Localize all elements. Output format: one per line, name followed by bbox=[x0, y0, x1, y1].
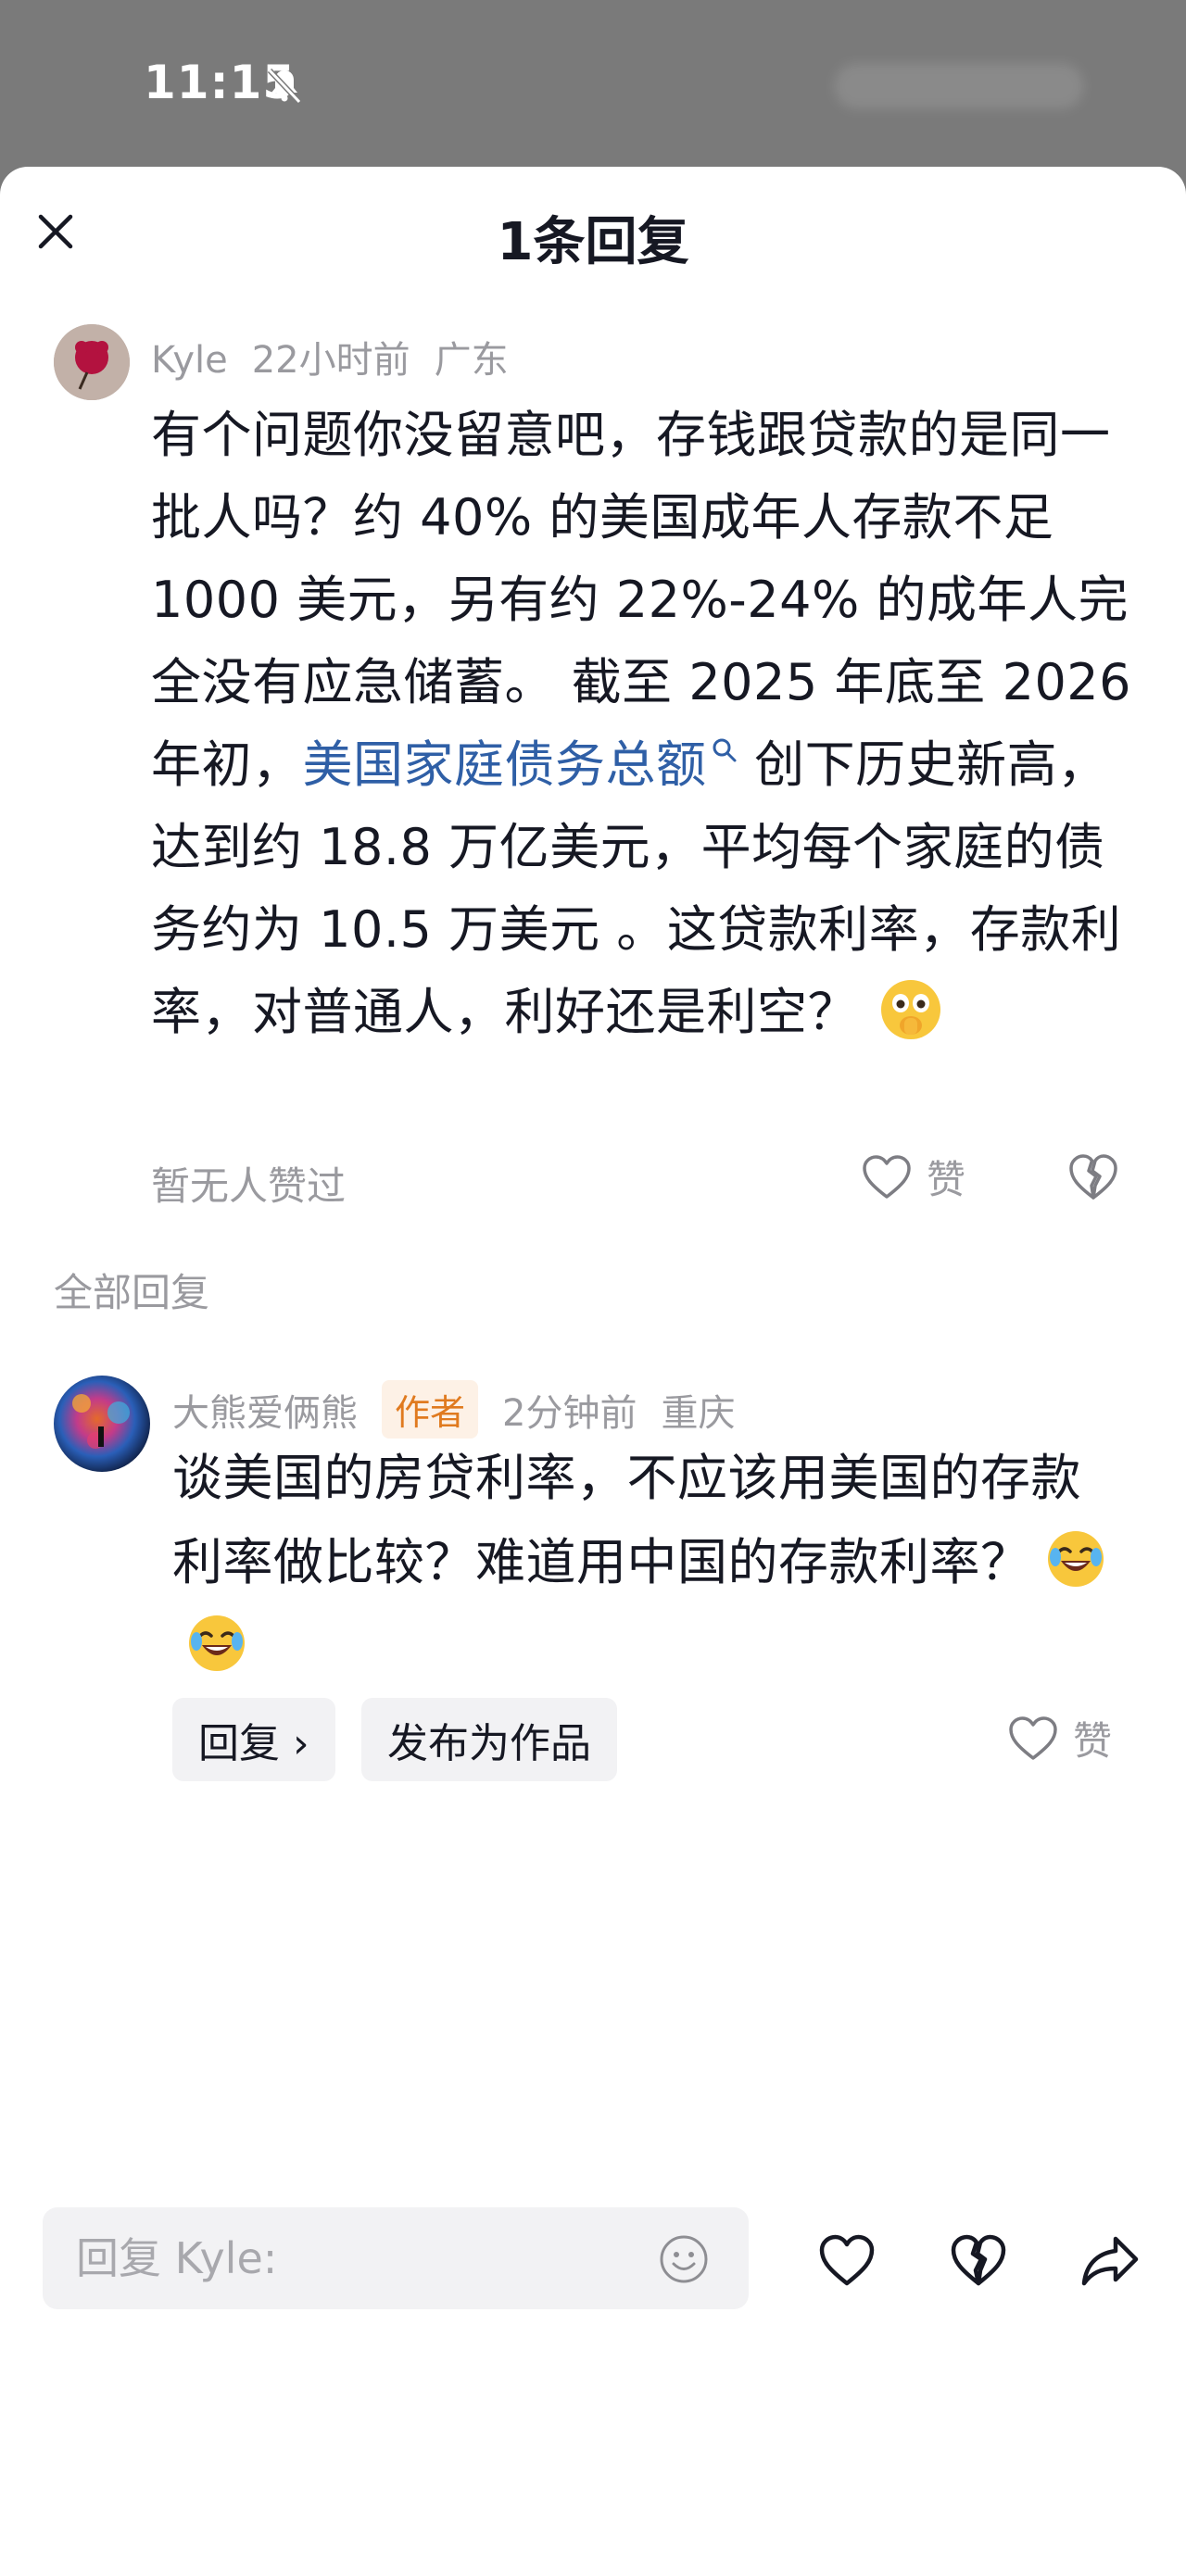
heart-icon bbox=[863, 1154, 911, 1199]
avatar-image bbox=[54, 1376, 150, 1472]
reply-meta: 大熊爱俩熊 作者 2分钟前 重庆 bbox=[172, 1380, 759, 1439]
comment-author[interactable]: Kyle bbox=[151, 339, 228, 382]
comment-text: 有个问题你没留意吧，存钱跟贷款的是同一批人吗？约 40% 的美国成年人存款不足 … bbox=[151, 394, 1142, 1053]
search-link-text: 美国家庭债务总额 bbox=[302, 735, 707, 794]
rolling-laughing-emoji bbox=[189, 1615, 245, 1671]
section-label-all-replies: 全部回复 bbox=[54, 1270, 210, 1315]
comment-meta: Kyle 22小时前 广东 bbox=[151, 330, 533, 383]
rolling-laughing-emoji bbox=[1047, 1531, 1104, 1587]
like-button[interactable]: 赞 bbox=[862, 1149, 965, 1205]
heart-icon[interactable] bbox=[818, 2231, 876, 2289]
avatar[interactable] bbox=[54, 324, 130, 400]
status-indicators bbox=[834, 63, 1084, 109]
like-label: 赞 bbox=[1073, 1718, 1113, 1764]
avatar-image bbox=[54, 324, 130, 400]
share-icon[interactable] bbox=[1080, 2231, 1140, 2289]
comment-location: 广东 bbox=[434, 339, 509, 382]
search-link[interactable]: 美国家庭债务总额 bbox=[303, 735, 738, 794]
status-bar: 11:15 bbox=[0, 0, 1186, 167]
heart-icon bbox=[1009, 1715, 1057, 1760]
bell-muted-icon bbox=[267, 68, 302, 105]
reply-text: 谈美国的房贷利率，不应该用美国的存款利率做比较？难道用中国的存款利率？ bbox=[172, 1436, 1108, 1689]
sheet-title: 1条回复 bbox=[497, 212, 689, 272]
emoji-picker-icon[interactable] bbox=[658, 2233, 710, 2285]
publish-as-work-button[interactable]: 发布为作品 bbox=[361, 1698, 617, 1781]
search-icon bbox=[713, 738, 736, 762]
reply-button[interactable]: 回复 › bbox=[172, 1698, 335, 1781]
author-badge: 作者 bbox=[382, 1380, 479, 1439]
reply-location: 重庆 bbox=[661, 1391, 736, 1435]
reply-avatar[interactable] bbox=[54, 1376, 150, 1472]
broken-heart-icon[interactable] bbox=[950, 2231, 1007, 2289]
broken-heart-icon[interactable] bbox=[1067, 1151, 1119, 1203]
flushed-face-emoji bbox=[881, 980, 940, 1039]
no-likes-text: 暂无人赞过 bbox=[151, 1163, 347, 1209]
comment-time: 22小时前 bbox=[251, 339, 410, 382]
reply-time: 2分钟前 bbox=[502, 1391, 637, 1435]
reply-input[interactable] bbox=[43, 2207, 749, 2309]
reply-author[interactable]: 大熊爱俩熊 bbox=[172, 1383, 358, 1437]
reply-like-button[interactable]: 赞 bbox=[1008, 1710, 1112, 1766]
like-label: 赞 bbox=[927, 1157, 966, 1202]
reply-text-content: 谈美国的房贷利率，不应该用美国的存款利率做比较？难道用中国的存款利率？ bbox=[172, 1449, 1081, 1591]
